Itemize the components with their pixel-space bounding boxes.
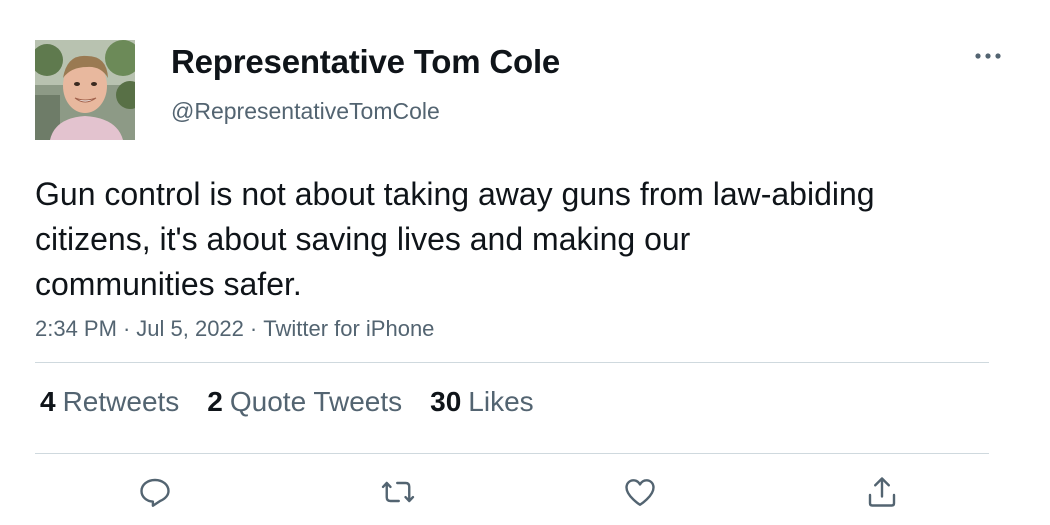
action-bar (0, 470, 1050, 520)
quote-tweets-count: 2 (207, 386, 223, 417)
meta-separator: · (249, 316, 258, 341)
likes-stat[interactable]: 30 Likes (430, 386, 534, 418)
share-icon (868, 477, 896, 507)
tweet-text: Gun control is not about taking away gun… (35, 176, 875, 302)
reply-button[interactable] (133, 470, 177, 514)
avatar[interactable] (35, 40, 135, 140)
retweets-stat[interactable]: 4 Retweets (40, 386, 179, 418)
reply-icon (140, 478, 170, 507)
author-handle[interactable]: @RepresentativeTomCole (171, 98, 440, 125)
retweet-icon (381, 481, 415, 503)
like-button[interactable] (618, 470, 662, 514)
heart-icon (625, 479, 655, 506)
retweets-label: Retweets (62, 386, 180, 417)
quote-tweets-stat[interactable]: 2 Quote Tweets (207, 386, 402, 418)
tweet-time[interactable]: 2:34 PM (35, 316, 117, 341)
quote-tweets-label: Quote Tweets (229, 386, 403, 417)
divider (35, 362, 989, 363)
tweet-meta: 2:34 PM · Jul 5, 2022 · Twitter for iPhone (35, 316, 434, 342)
engagement-stats: 4 Retweets 2 Quote Tweets 30 Likes (40, 386, 562, 418)
retweet-button[interactable] (376, 470, 420, 514)
tweet-source[interactable]: Twitter for iPhone (263, 316, 434, 341)
more-horizontal-icon (975, 53, 1001, 59)
tweet-card: Representative Tom Cole @RepresentativeT… (0, 0, 1050, 525)
author-display-name[interactable]: Representative Tom Cole (171, 43, 560, 81)
meta-separator: · (122, 316, 131, 341)
likes-count: 30 (430, 386, 462, 417)
tweet-date[interactable]: Jul 5, 2022 (136, 316, 244, 341)
avatar-image (35, 40, 135, 140)
share-button[interactable] (860, 470, 904, 514)
likes-label: Likes (468, 386, 534, 417)
retweets-count: 4 (40, 386, 56, 417)
divider (35, 453, 989, 454)
more-options-button[interactable] (970, 42, 1006, 70)
